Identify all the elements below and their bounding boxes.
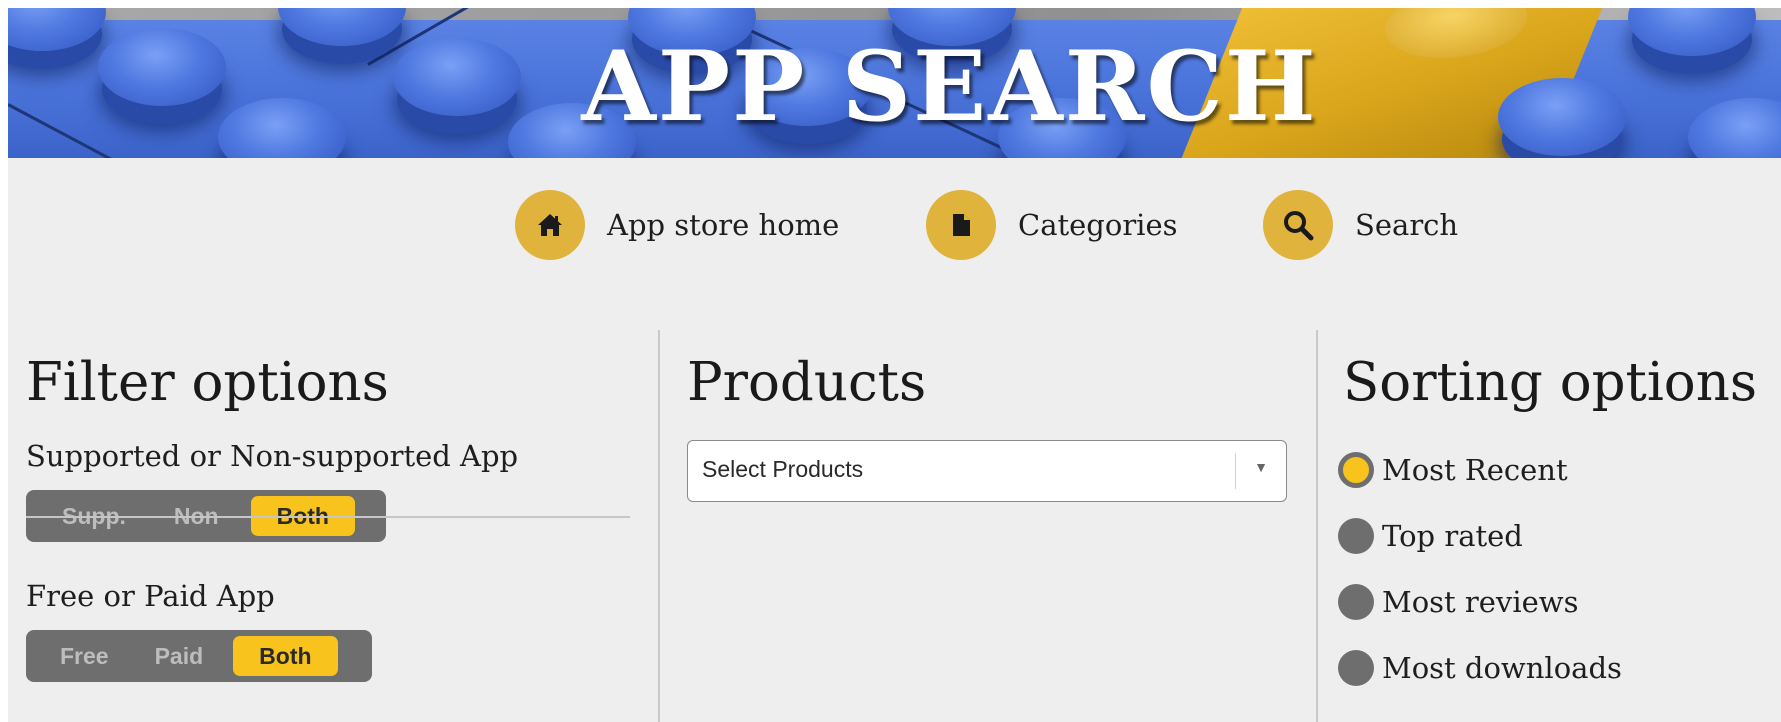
products-title: Products [687,352,927,413]
nav-label: Categories [1018,208,1178,242]
nav-label: Search [1355,208,1459,242]
support-filter-label: Supported or Non-supported App [26,439,519,473]
sort-option-most-reviews[interactable]: Most reviews [1338,582,1578,622]
radio-label: Most Recent [1382,453,1568,487]
products-select-value: Select Products [702,456,864,482]
page-frame: APP SEARCH App store home Categories Sea… [8,8,1781,722]
sort-option-top-rated[interactable]: Top rated [1338,516,1523,556]
radio-label: Top rated [1382,519,1523,553]
toggle-option-paid[interactable]: Paid [125,643,234,670]
radio-button[interactable] [1338,452,1374,488]
sort-option-most-downloads[interactable]: Most downloads [1338,648,1622,688]
products-select[interactable]: Select Products ▼ [687,440,1287,502]
sort-option-most-recent[interactable]: Most Recent [1338,450,1568,490]
nav-app-store-home[interactable]: App store home [515,190,839,260]
chevron-down-icon: ▼ [1254,459,1268,475]
nav-icon-circle [1263,190,1333,260]
nav-categories[interactable]: Categories [926,190,1178,260]
radio-button[interactable] [1338,518,1374,554]
price-filter-label: Free or Paid App [26,579,275,613]
column-divider [1316,330,1318,722]
nav-icon-circle [515,190,585,260]
filter-options-title: Filter options [26,352,389,413]
toggle-option-both[interactable]: Both [233,636,338,676]
select-separator [1235,453,1236,489]
magnifier-icon [1284,211,1314,241]
header-banner: APP SEARCH [8,8,1781,158]
column-divider [658,330,660,722]
house-icon [538,214,562,236]
radio-label: Most reviews [1382,585,1579,619]
nav-icon-circle [926,190,996,260]
radio-button[interactable] [1338,584,1374,620]
filter-divider [26,516,630,518]
sorting-options-title: Sorting options [1343,352,1758,413]
page-title: APP SEARCH [581,30,1318,143]
document-icon [953,214,970,236]
nav-label: App store home [607,208,840,242]
toggle-option-free[interactable]: Free [32,643,125,670]
price-toggle[interactable]: Free Paid Both [26,630,372,682]
radio-label: Most downloads [1382,651,1622,685]
nav-search[interactable]: Search [1263,190,1458,260]
radio-button[interactable] [1338,650,1374,686]
